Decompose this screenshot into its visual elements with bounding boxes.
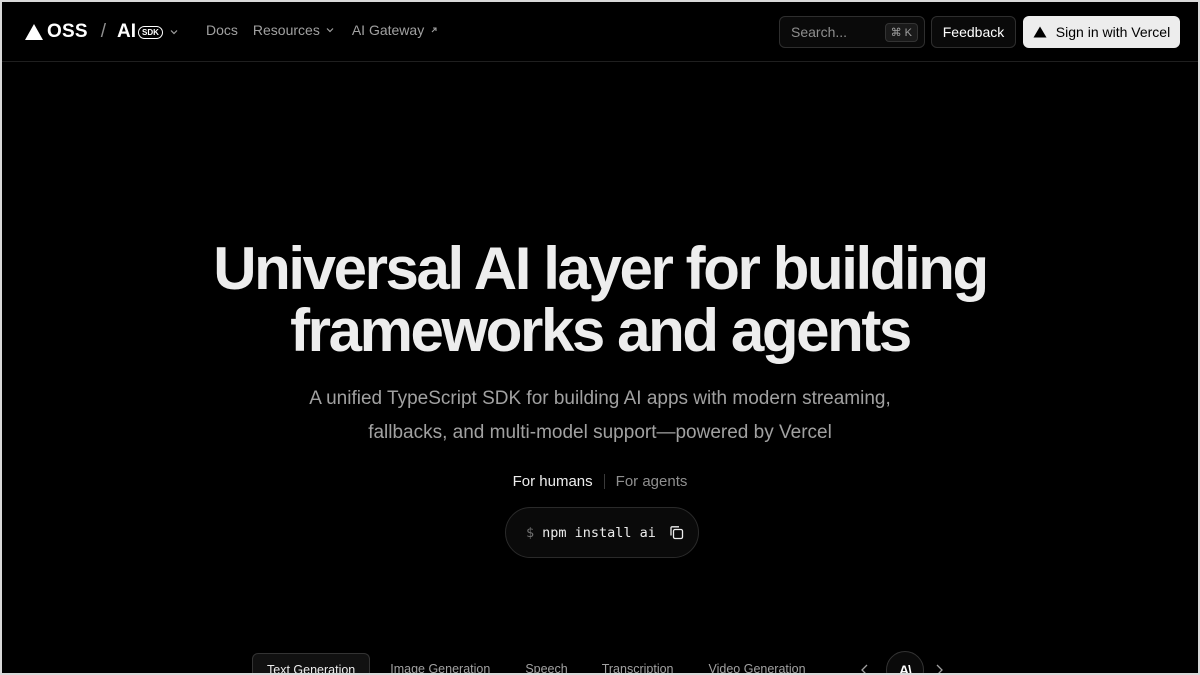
- shell-prompt: $: [526, 524, 535, 541]
- brand-ai-text: AI: [117, 21, 137, 42]
- tab-speech[interactable]: Speech: [510, 653, 582, 673]
- tab-video-generation[interactable]: Video Generation: [694, 653, 821, 673]
- provider-carousel: A\: [860, 651, 944, 675]
- hero-title: Universal AI layer for building framewor…: [2, 238, 1198, 362]
- tab-transcription[interactable]: Transcription: [587, 653, 689, 673]
- arrow-up-right-icon: [431, 27, 437, 33]
- install-command-box: $ npm install ai: [505, 507, 699, 558]
- top-navbar: OSS / AI SDK Docs Resources AI Gateway S…: [2, 2, 1198, 62]
- vercel-triangle-icon: [25, 24, 43, 40]
- brand-separator: /: [100, 21, 107, 42]
- tab-image-generation[interactable]: Image Generation: [375, 653, 505, 673]
- hero-subtitle: A unified TypeScript SDK for building AI…: [2, 382, 1198, 450]
- sign-in-label: Sign in with Vercel: [1055, 24, 1171, 40]
- brand-sdk-badge: SDK: [138, 25, 163, 39]
- hero-subtitle-line-1: A unified TypeScript SDK for building AI…: [309, 388, 891, 409]
- feature-tabs: Text Generation Image Generation Speech …: [252, 653, 821, 673]
- keyboard-shortcut-badge: ⌘ K: [884, 23, 918, 42]
- search-placeholder: Search...: [791, 24, 848, 40]
- brand-oss-text: OSS: [47, 21, 88, 42]
- for-agents-tab[interactable]: For agents: [616, 473, 688, 490]
- nav-link-label: Resources: [252, 22, 320, 38]
- provider-logo-text: A\: [899, 662, 912, 675]
- nav-link-label: Docs: [206, 22, 238, 38]
- audience-toggle: For humans For agents: [2, 473, 1198, 490]
- chevron-right-icon: [936, 664, 943, 673]
- carousel-prev-button[interactable]: [860, 664, 870, 673]
- chevron-down-icon: [326, 28, 334, 33]
- sign-in-button[interactable]: Sign in with Vercel: [1023, 16, 1180, 48]
- vercel-triangle-icon: [1033, 26, 1047, 38]
- nav-link-docs[interactable]: Docs: [206, 22, 238, 38]
- nav-link-label: AI Gateway: [351, 22, 425, 38]
- tab-text-generation[interactable]: Text Generation: [252, 653, 371, 673]
- page-frame: OSS / AI SDK Docs Resources AI Gateway S…: [0, 0, 1200, 675]
- shortcut-key: K: [904, 26, 912, 39]
- nav-links: Docs Resources AI Gateway: [206, 22, 438, 38]
- hero-title-line-1: Universal AI layer for building: [213, 235, 989, 302]
- feedback-button[interactable]: Feedback: [931, 16, 1016, 48]
- chevron-down-icon[interactable]: [170, 28, 178, 36]
- hero-title-line-2: frameworks and agents: [290, 297, 912, 364]
- nav-link-ai-gateway[interactable]: AI Gateway: [352, 22, 438, 38]
- carousel-next-button[interactable]: [934, 664, 944, 673]
- brand-logo[interactable]: OSS / AI SDK: [24, 20, 178, 44]
- audience-divider: [603, 474, 605, 489]
- copy-icon: [670, 526, 684, 540]
- search-input[interactable]: Search... ⌘ K: [779, 16, 925, 48]
- copy-button[interactable]: [669, 525, 684, 540]
- command-key-icon: ⌘: [890, 27, 902, 39]
- install-command: npm install ai: [542, 524, 656, 541]
- nav-link-resources[interactable]: Resources: [253, 22, 334, 38]
- for-humans-tab[interactable]: For humans: [513, 473, 593, 490]
- chevron-left-icon: [861, 664, 868, 673]
- provider-logo-icon[interactable]: A\: [886, 651, 924, 675]
- hero-subtitle-line-2: fallbacks, and multi-model support—power…: [368, 422, 832, 443]
